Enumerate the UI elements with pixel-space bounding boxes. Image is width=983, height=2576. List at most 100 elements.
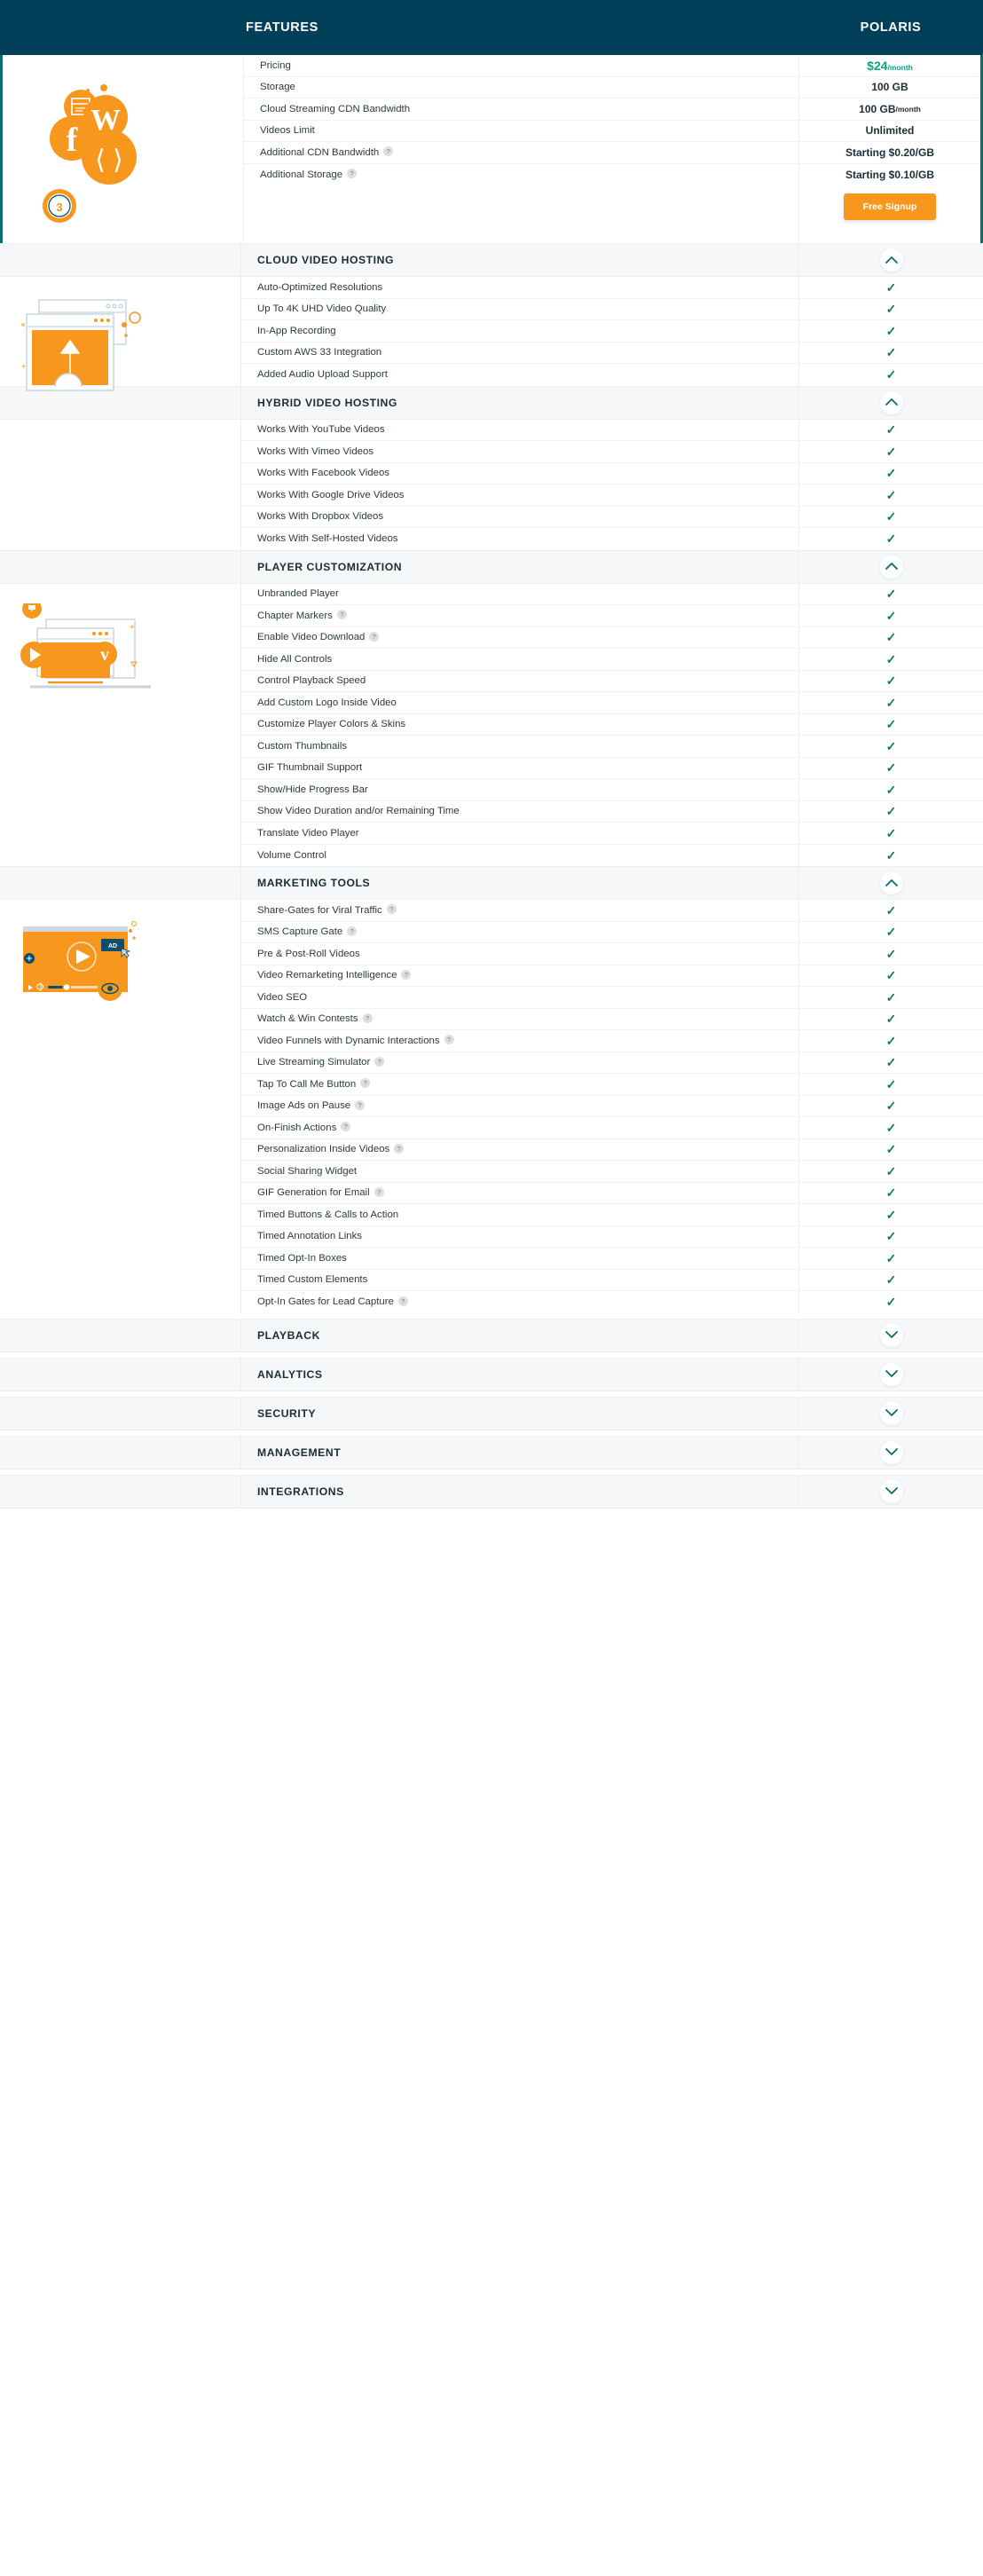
check-icon: ✓	[885, 587, 897, 602]
section-illustration-spacer	[0, 551, 240, 583]
feature-label: Control Playback Speed	[241, 671, 798, 692]
help-icon[interactable]: ?	[360, 1078, 371, 1089]
feature-label: Timed Custom Elements	[241, 1270, 798, 1291]
section-illustration-spacer	[0, 867, 240, 899]
check-icon: ✓	[885, 487, 897, 502]
collapsed-section-header-analytics[interactable]: ANALYTICS	[0, 1357, 983, 1391]
pricing-comparison-table: FEATURES POLARIS W f ⟨ ⟩ 3 Pricing Stora…	[0, 0, 983, 1509]
collapsed-section-header-security[interactable]: SECURITY	[0, 1396, 983, 1430]
feature-value: ✓	[799, 441, 983, 463]
help-icon[interactable]: ?	[347, 169, 358, 179]
help-icon[interactable]: ?	[362, 1012, 373, 1023]
chevron-down-icon[interactable]	[879, 1440, 903, 1464]
check-icon: ✓	[885, 345, 897, 360]
check-icon: ✓	[885, 847, 897, 863]
feature-value: ✓	[799, 1052, 983, 1074]
section-title: MARKETING TOOLS	[240, 867, 798, 899]
feature-label: Volume Control	[257, 849, 326, 861]
features-column-title: FEATURES	[246, 20, 318, 35]
chevron-down-icon[interactable]	[879, 1479, 903, 1503]
chevron-down-icon[interactable]	[879, 1401, 903, 1425]
check-icon: ✓	[885, 1142, 897, 1157]
help-icon[interactable]: ?	[374, 1056, 385, 1067]
help-icon[interactable]: ?	[386, 904, 397, 915]
plan-column-title: POLARIS	[860, 20, 922, 35]
section-illustration-spacer	[0, 1320, 240, 1351]
check-icon: ✓	[885, 1033, 897, 1048]
feature-label: Works With YouTube Videos	[241, 420, 798, 441]
collapsed-section-header-management[interactable]: MANAGEMENT	[0, 1435, 983, 1469]
help-icon[interactable]: ?	[355, 1099, 366, 1110]
feature-label: Watch & Win Contests?	[241, 1009, 798, 1030]
plan-summary-values: $24/month 100 GB 100 GB/month Unlimited Star…	[798, 55, 983, 243]
help-icon[interactable]: ?	[369, 631, 380, 642]
help-icon[interactable]: ?	[374, 1186, 384, 1197]
check-icon: ✓	[885, 1295, 897, 1310]
help-icon[interactable]: ?	[383, 146, 394, 157]
section-feature-labels: Auto-Optimized Resolutions Up To 4K UHD V…	[240, 277, 798, 386]
section-illustration-spacer	[0, 1398, 240, 1430]
chevron-up-icon[interactable]	[879, 555, 903, 579]
social-icons-illustration-cell: W f ⟨ ⟩ 3	[3, 55, 243, 243]
feature-label: Personalization Inside Videos?	[241, 1139, 798, 1161]
free-signup-button[interactable]: Free Signup	[843, 193, 937, 220]
section-toggle-cell	[798, 1436, 983, 1469]
help-icon[interactable]: ?	[397, 1296, 408, 1306]
feature-value: ✓	[799, 1074, 983, 1096]
check-icon: ✓	[885, 946, 897, 961]
section-feature-labels: Works With YouTube Videos Works With Vime…	[240, 419, 798, 550]
summary-feature-spacer	[244, 185, 798, 228]
collapsed-section-header-playback[interactable]: PLAYBACK	[0, 1318, 983, 1352]
help-icon[interactable]: ?	[394, 1143, 405, 1154]
check-icon: ✓	[885, 1120, 897, 1135]
check-icon: ✓	[885, 1186, 897, 1201]
feature-label: Works With Self-Hosted Videos	[257, 533, 398, 545]
feature-value: ✓	[799, 900, 983, 922]
feature-label: On-Finish Actions?	[241, 1117, 798, 1139]
feature-label: Video Remarketing Intelligence?	[241, 965, 798, 987]
svg-text:3: 3	[56, 201, 62, 214]
chevron-up-icon[interactable]	[879, 390, 903, 414]
help-icon[interactable]: ?	[341, 1122, 351, 1132]
feature-value: ✓	[799, 736, 983, 758]
check-icon: ✓	[885, 782, 897, 797]
header-features-cell: FEATURES	[240, 20, 798, 35]
summary-plan-value: Starting $0.10/GB	[845, 168, 935, 181]
check-icon: ✓	[885, 925, 897, 940]
help-icon[interactable]: ?	[347, 926, 358, 936]
feature-label: Share-Gates for Viral Traffic?	[241, 900, 798, 922]
feature-label: Works With Dropbox Videos	[241, 507, 798, 528]
section-illustration-spacer	[0, 1437, 240, 1469]
free-signup-cell: Free Signup	[799, 185, 980, 228]
help-icon[interactable]: ?	[336, 610, 347, 620]
section-body: AD Share-Gates for Viral Traffic? SMS Capt…	[0, 900, 983, 1313]
check-icon: ✓	[885, 367, 897, 382]
section-header-cloud-video-hosting[interactable]: CLOUD VIDEO HOSTING	[0, 243, 983, 277]
feature-label: Show Video Duration and/or Remaining Tim…	[241, 801, 798, 823]
section-body: v + Unbranded Player Chapter Markers? Enable…	[0, 583, 983, 867]
section-header-marketing-tools[interactable]: MARKETING TOOLS	[0, 866, 983, 900]
chevron-up-icon[interactable]	[879, 248, 903, 272]
section-header-player-customization[interactable]: PLAYER CUSTOMIZATION	[0, 549, 983, 584]
chevron-down-icon[interactable]	[879, 1323, 903, 1347]
svg-text:v: v	[100, 645, 109, 665]
summary-feature-label: Pricing	[244, 55, 798, 77]
feature-value: ✓	[799, 987, 983, 1009]
help-icon[interactable]: ?	[401, 969, 412, 980]
feature-value: ✓	[799, 463, 983, 484]
feature-value: ✓	[799, 484, 983, 507]
feature-label: Custom Thumbnails	[241, 736, 798, 758]
svg-text:+: +	[21, 362, 26, 371]
section-illustration-cell: v +	[0, 584, 240, 867]
chevron-up-icon[interactable]	[879, 871, 903, 894]
help-icon[interactable]: ?	[444, 1035, 454, 1045]
summary-plan-value: Starting $0.20/GB	[799, 142, 980, 164]
check-icon: ✓	[885, 302, 897, 317]
feature-label: Image Ads on Pause?	[241, 1096, 798, 1117]
video-ad-marketing-illustration: AD	[23, 921, 137, 1001]
section-illustration-spacer	[0, 1476, 240, 1508]
feature-label: Show/Hide Progress Bar	[241, 779, 798, 801]
chevron-down-icon[interactable]	[879, 1362, 903, 1386]
check-icon: ✓	[885, 466, 897, 481]
collapsed-section-header-integrations[interactable]: INTEGRATIONS	[0, 1474, 983, 1509]
